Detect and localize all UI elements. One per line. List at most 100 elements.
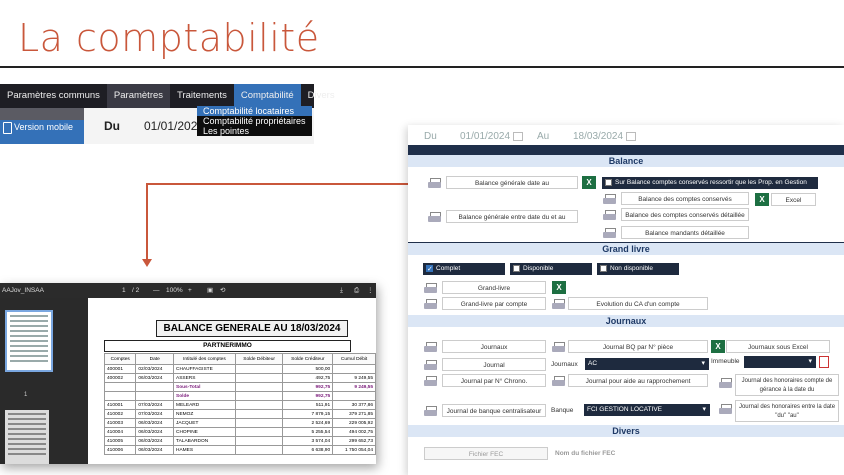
- fit-page-icon[interactable]: ▣: [207, 283, 213, 298]
- table-cell: 229 005,92: [332, 418, 376, 428]
- excel-icon[interactable]: X: [552, 281, 566, 294]
- printer-icon[interactable]: [424, 376, 437, 386]
- dropdown-item-proprietaires[interactable]: Comptabilité propriétaires: [197, 116, 312, 126]
- table-row: 410006 06/03/2024 HAMES 6 638,90 1 750 054,0…: [103, 445, 376, 455]
- calendar-icon[interactable]: [513, 131, 524, 141]
- evolution-ca-button[interactable]: Evolution du CA d'un compte: [568, 297, 708, 310]
- printer-icon[interactable]: [603, 194, 616, 204]
- zoom-in-icon[interactable]: +: [188, 283, 192, 298]
- table-cell: 410004: [103, 427, 137, 437]
- excel-icon[interactable]: X: [582, 176, 596, 189]
- checkbox-icon[interactable]: [605, 179, 612, 186]
- panel-au-value[interactable]: 18/03/2024: [573, 131, 637, 142]
- printer-icon[interactable]: [719, 404, 732, 414]
- excel-icon[interactable]: X: [711, 340, 725, 353]
- table-cell: CHOPINE: [173, 427, 236, 437]
- table-cell: 2 524,69: [282, 418, 334, 428]
- journal-chrono-button[interactable]: Journal par N° Chrono.: [442, 374, 546, 387]
- journal-honoraires-date-button[interactable]: Journal des honoraires compte de gérance…: [735, 374, 839, 396]
- table-cell: [234, 400, 284, 410]
- immeuble-select[interactable]: ▾: [744, 356, 816, 368]
- printer-icon[interactable]: [428, 178, 441, 188]
- excel-icon[interactable]: X: [755, 193, 769, 206]
- dropdown-item-locataires[interactable]: Comptabilité locataires: [197, 106, 312, 116]
- printer-icon[interactable]: [424, 299, 437, 309]
- print-icon[interactable]: ⎙: [354, 283, 359, 298]
- banque-select[interactable]: FCI GESTION LOCATIVE ▾: [584, 404, 710, 416]
- table-cell: 379 271,85: [332, 409, 376, 419]
- menu-divers[interactable]: Divers: [301, 84, 342, 108]
- table-cell: [135, 391, 174, 401]
- balance-entre-dates-button[interactable]: Balance générale entre date du et au: [446, 210, 578, 223]
- pdf-thumbnail-1[interactable]: [5, 310, 53, 372]
- download-icon[interactable]: ⤓: [340, 283, 343, 298]
- excel-button[interactable]: Excel: [771, 193, 816, 206]
- table-cell: JACQUET: [173, 418, 236, 428]
- table-cell: 30 377,86: [332, 400, 376, 410]
- table-cell: [234, 364, 284, 374]
- rotate-icon[interactable]: ⟲: [220, 283, 225, 298]
- table-header-cell: Intitulé des comptes: [173, 353, 236, 365]
- dropdown-item-pointes[interactable]: Les pointes: [197, 126, 312, 136]
- sidebar-item-version-mobile[interactable]: Version mobile: [0, 120, 84, 144]
- section-journaux-header: Journaux: [408, 315, 844, 327]
- journaux-select[interactable]: AC ▾: [585, 358, 709, 370]
- journal-rapprochement-button[interactable]: Journal pour aide au rapprochement: [568, 374, 708, 387]
- balance-table: Comptes Date Intitulé des comptes Solde Déb…: [103, 353, 376, 455]
- journaux-sous-excel-button[interactable]: Journaux sous Excel: [726, 340, 830, 353]
- conserves-checkbox[interactable]: Sur Balance comptes conservés ressortir …: [602, 177, 818, 189]
- table-cell: [234, 445, 284, 455]
- pdf-page-current[interactable]: 1: [122, 283, 126, 298]
- journal-banque-centralisateur-button[interactable]: Journal de banque centralisateur: [442, 404, 546, 417]
- printer-icon[interactable]: [603, 228, 616, 238]
- checkbox-checked-icon[interactable]: [426, 264, 433, 276]
- table-cell: [234, 373, 284, 383]
- checkbox-icon[interactable]: [600, 265, 607, 272]
- chevron-down-icon: ▾: [701, 360, 705, 367]
- table-cell: 494 002,75: [332, 427, 376, 437]
- du-value[interactable]: 01/01/2024: [144, 119, 204, 133]
- table-cell: MELEARD: [173, 400, 236, 410]
- printer-icon[interactable]: [552, 376, 565, 386]
- table-cell: 410002: [103, 409, 137, 419]
- printer-icon[interactable]: [552, 342, 565, 352]
- journaux-button[interactable]: Journaux: [442, 340, 546, 353]
- menu-parametres[interactable]: Paramètres: [106, 84, 171, 108]
- balance-mandants-button[interactable]: Balance mandants détaillée: [621, 226, 749, 239]
- journal-honoraires-entre-button[interactable]: Journal des honoraires entre la date "du…: [735, 400, 839, 422]
- table-cell: [234, 391, 284, 401]
- section-balance-header: Balance: [408, 155, 844, 167]
- menu-parametres-communs[interactable]: Paramètres communs: [0, 84, 107, 108]
- zoom-out-icon[interactable]: —: [153, 283, 160, 298]
- printer-icon[interactable]: [424, 360, 437, 370]
- non-disponible-checkbox[interactable]: Non disponible: [597, 263, 679, 275]
- balance-conserves-detaillee-button[interactable]: Balance des comptes conservés détaillée: [621, 208, 749, 221]
- clear-immeuble-button[interactable]: [819, 356, 829, 368]
- more-icon[interactable]: ⋮: [367, 283, 374, 298]
- calendar-icon[interactable]: [626, 131, 637, 141]
- printer-icon[interactable]: [424, 283, 437, 293]
- printer-icon[interactable]: [719, 378, 732, 388]
- menu-traitements[interactable]: Traitements: [170, 84, 234, 108]
- menu-comptabilite[interactable]: Comptabilité: [233, 84, 301, 108]
- journal-button[interactable]: Journal: [442, 358, 546, 371]
- balance-comptes-conserves-button[interactable]: Balance des comptes conservés: [621, 192, 749, 205]
- journal-bq-button[interactable]: Journal BQ par N° pièce: [568, 340, 708, 353]
- disponible-checkbox[interactable]: Disponible: [510, 263, 592, 275]
- printer-icon[interactable]: [428, 212, 441, 222]
- fichier-fec-button[interactable]: Fichier FEC: [424, 447, 548, 460]
- table-cell: [234, 418, 284, 428]
- grand-livre-button[interactable]: Grand-livre: [442, 281, 546, 294]
- printer-icon[interactable]: [424, 342, 437, 352]
- table-row: Sous-Total 992,75 9 249,55: [103, 382, 376, 392]
- checkbox-icon[interactable]: [513, 265, 520, 272]
- grand-livre-par-compte-button[interactable]: Grand-livre par compte: [442, 297, 546, 310]
- complet-checkbox[interactable]: Complet: [423, 263, 505, 276]
- table-cell: 06/03/2024: [135, 373, 174, 383]
- balance-generale-date-button[interactable]: Balance générale date au: [446, 176, 578, 189]
- printer-icon[interactable]: [552, 299, 565, 309]
- printer-icon[interactable]: [603, 210, 616, 220]
- panel-du-value[interactable]: 01/01/2024: [460, 131, 524, 142]
- printer-icon[interactable]: [424, 406, 437, 416]
- pdf-thumbnail-2[interactable]: [5, 410, 49, 464]
